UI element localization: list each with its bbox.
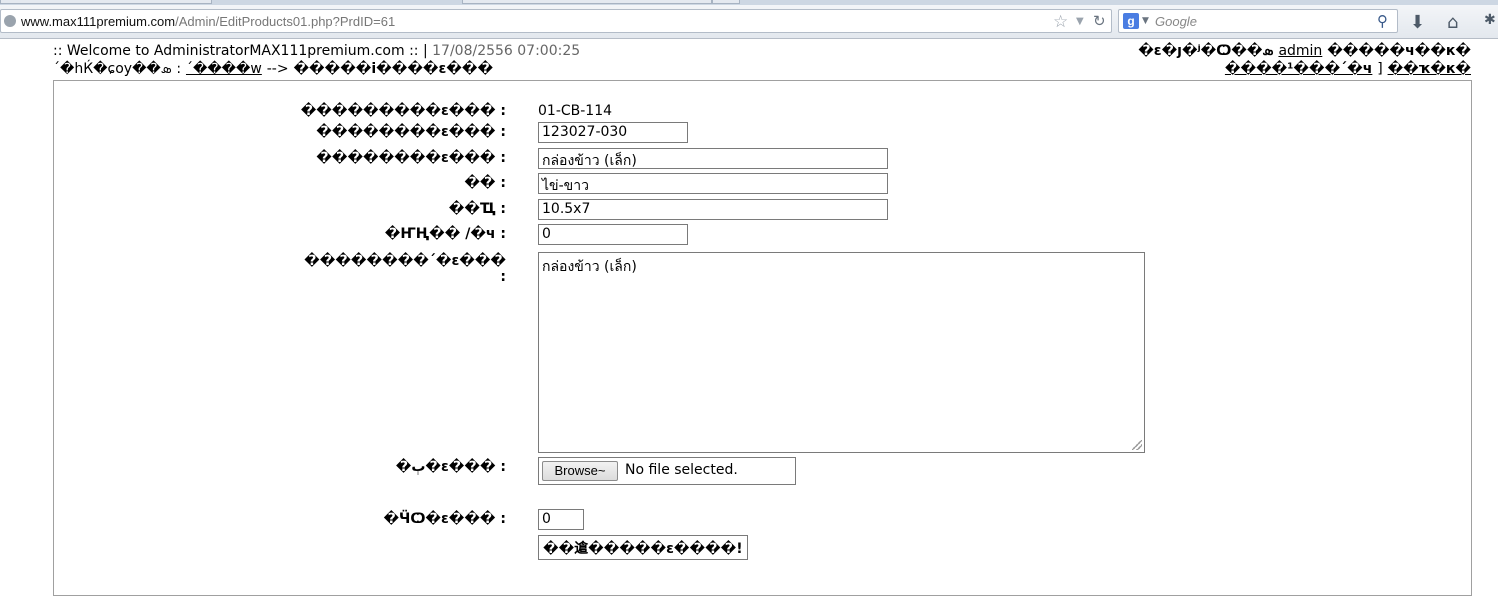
browse-button[interactable]: Browse~ xyxy=(542,461,618,481)
breadcrumb-prefix: ´�hЌ�ɕoy��ܣ : xyxy=(53,61,182,77)
color-input[interactable]: ไข่-ขาว xyxy=(538,173,888,194)
url-text[interactable]: www.max111premium.com/Admin/EditProducts… xyxy=(21,14,395,29)
site-identity-icon[interactable] xyxy=(4,15,16,27)
product-name-input[interactable]: กล่องข้าว (เล็ก) xyxy=(538,148,888,169)
order-label: �ӴѺ�ԑ��� : xyxy=(383,511,506,527)
file-status-text: No file selected. xyxy=(625,462,738,478)
user-prefix: �ԑ�ȷ�ʲ�Ѻ��ܣ xyxy=(1138,43,1274,59)
link-separator: ] xyxy=(1377,61,1383,77)
price-input[interactable]: 0 xyxy=(538,224,688,245)
home-link[interactable]: ��ҡ�к� xyxy=(1388,61,1471,77)
search-bar[interactable]: g ▼ Google ⚲ xyxy=(1118,9,1398,33)
bookmark-star-icon[interactable]: ☆ xyxy=(1053,12,1068,32)
user-info: �ԑ�ȷ�ʲ�Ѻ��ܣ admin �����ч��к� xyxy=(1138,42,1471,60)
breadcrumb-arrow: --> xyxy=(266,61,289,77)
url-bar[interactable]: www.max111premium.com/Admin/EditProducts… xyxy=(0,9,1112,33)
welcome-line: :: Welcome to AdministratorMAX111premium… xyxy=(53,42,580,60)
edit-product-form: ���������ԑ��� : 01-CB-114 ��������ԑ��� :… xyxy=(53,80,1472,596)
history-dropdown-icon[interactable]: ▼ xyxy=(1076,16,1084,27)
tab-new[interactable] xyxy=(712,0,740,4)
breadcrumb-current: �����i����ԑ��� xyxy=(293,61,494,77)
breadcrumb: ´�hЌ�ɕoy��ܣ : ´����w --> �����i����ԑ��� xyxy=(53,60,493,78)
product-name-label: ��������ԑ��� : xyxy=(316,150,506,166)
image-file-input[interactable]: Browse~ No file selected. xyxy=(538,457,796,485)
order-input[interactable]: 0 xyxy=(538,509,584,530)
product-code-input[interactable]: 123027-030 xyxy=(538,122,688,143)
breadcrumb-link[interactable]: ´����w xyxy=(186,61,262,77)
reload-icon[interactable]: ↻ xyxy=(1093,12,1106,30)
logout-link[interactable]: ����¹���´�ч xyxy=(1225,61,1372,77)
tab-active[interactable] xyxy=(0,0,212,4)
username-link[interactable]: admin xyxy=(1278,43,1322,59)
datetime-text: 17/08/2556 07:00:25 xyxy=(432,43,581,59)
product-id-value: 01-CB-114 xyxy=(538,103,613,119)
description-text: กล่องข้าว (เล็ก) xyxy=(542,259,637,275)
account-links: ����¹���´�ч ] ��ҡ�к� xyxy=(1225,60,1471,78)
description-textarea[interactable]: กล่องข้าว (เล็ก) xyxy=(538,252,1145,453)
search-engine-icon[interactable]: g xyxy=(1123,13,1139,29)
navigation-toolbar: www.max111premium.com/Admin/EditProducts… xyxy=(0,5,1498,39)
product-id-label: ���������ԑ��� : xyxy=(300,103,506,119)
tab-inactive[interactable] xyxy=(462,0,712,4)
search-engine-dropdown-icon[interactable]: ▼ xyxy=(1142,16,1149,26)
description-label: ��������´�ԑ��� xyxy=(304,253,506,269)
size-input[interactable]: 10.5x7 xyxy=(538,199,888,220)
resize-grip-icon[interactable] xyxy=(1132,440,1142,450)
extension-icon[interactable]: ✱ xyxy=(1484,12,1496,28)
product-code-label: ��������ԑ��� : xyxy=(316,124,506,140)
price-label: �ҤҢ�� /�ч : xyxy=(384,226,506,242)
description-colon: : xyxy=(500,269,506,285)
url-path: /Admin/EditProducts01.php?PrdID=61 xyxy=(175,14,396,29)
url-host: www.max111premium.com xyxy=(21,14,176,29)
downloads-icon[interactable]: ⬇ xyxy=(1410,12,1425,33)
user-suffix: �����ч��к� xyxy=(1327,43,1471,59)
color-label: �� : xyxy=(464,175,506,191)
search-placeholder: Google xyxy=(1155,14,1197,29)
home-icon[interactable]: ⌂ xyxy=(1447,12,1458,33)
save-button[interactable]: ��䢢�����ԑ����! xyxy=(538,535,748,560)
size-label: ��Ҵ : xyxy=(448,201,506,217)
welcome-text: :: Welcome to AdministratorMAX111premium… xyxy=(53,43,428,59)
image-label: �ٻ�ԑ��� : xyxy=(395,459,506,475)
search-magnifier-icon[interactable]: ⚲ xyxy=(1377,12,1388,30)
